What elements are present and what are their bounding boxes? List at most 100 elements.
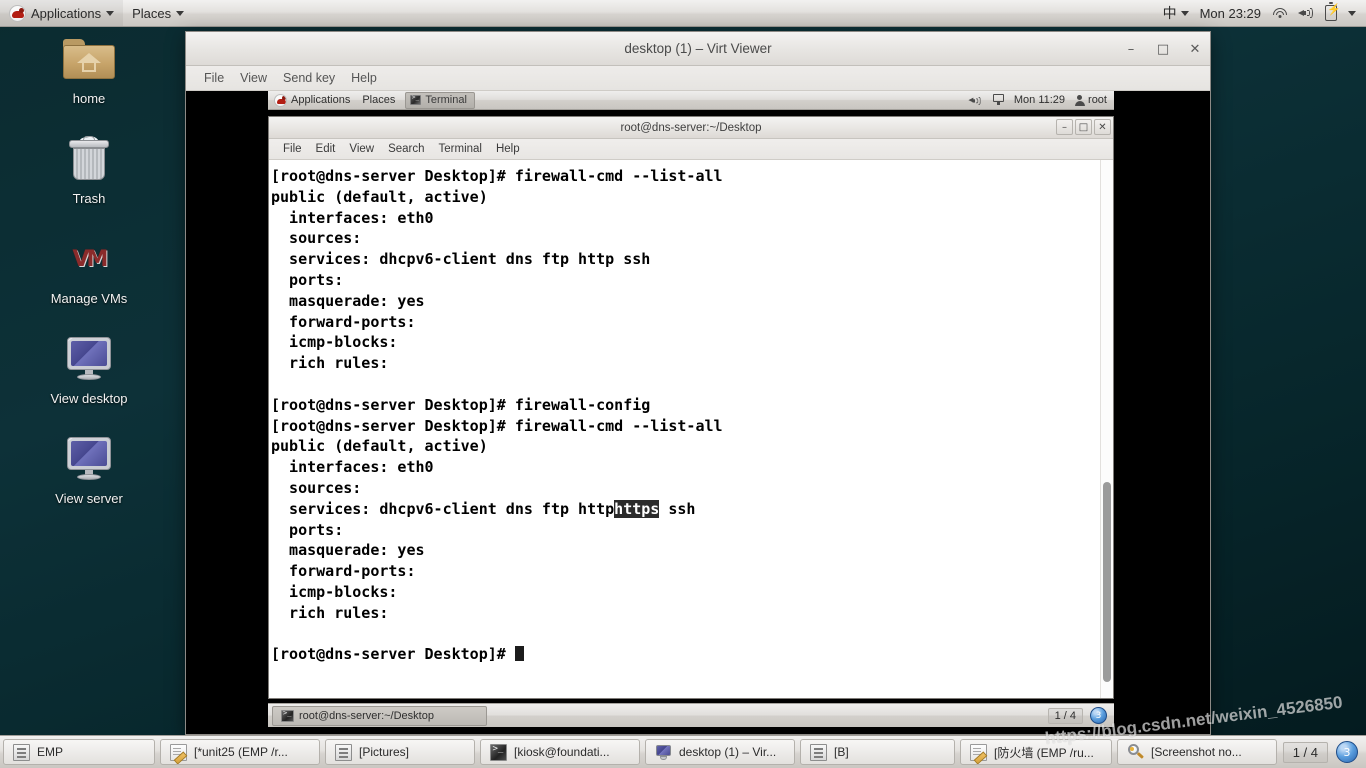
terminal-selected-text: https bbox=[614, 499, 660, 518]
guest-body: root@dns-server:~/Desktop – □ ✕ File Edi… bbox=[268, 110, 1114, 727]
terminal-line: forward-ports: bbox=[271, 561, 1100, 582]
terminal-line-text: ssh bbox=[659, 499, 696, 518]
virt-viewer-window-controls: – □ ✕ bbox=[1122, 32, 1204, 66]
places-menu[interactable]: Places bbox=[123, 0, 193, 26]
terminal-menu-help[interactable]: Help bbox=[489, 141, 527, 157]
terminal-menu-view[interactable]: View bbox=[342, 141, 381, 157]
terminal-content-area[interactable]: [root@dns-server Desktop]# firewall-cmd … bbox=[269, 160, 1113, 698]
chevron-down-icon bbox=[1348, 10, 1356, 16]
desktop-icon-label: Manage VMs bbox=[50, 291, 128, 306]
taskbar-button-label: [防火墙 (EMP /ru... bbox=[994, 745, 1094, 760]
terminal-line: [root@dns-server Desktop]# bbox=[271, 644, 1100, 665]
virt-viewer-window: desktop (1) – Virt Viewer – □ ✕ File Vie… bbox=[185, 31, 1211, 735]
terminal-line: masquerade: yes bbox=[271, 540, 1100, 561]
guest-clock-label: Mon 11:29 bbox=[1013, 94, 1066, 106]
terminal-line: services: dhcpv6-client dns ftp httphttp… bbox=[271, 499, 1100, 520]
note-icon bbox=[970, 743, 987, 761]
battery-icon bbox=[1325, 2, 1341, 21]
taskbar-button-unit25[interactable]: [*unit25 (EMP /r... bbox=[160, 739, 320, 765]
guest-network-indicator[interactable] bbox=[992, 94, 1005, 106]
terminal-line-text: sources: bbox=[271, 229, 362, 248]
menu-help[interactable]: Help bbox=[343, 68, 385, 88]
terminal-menubar: File Edit View Search Terminal Help bbox=[269, 139, 1113, 160]
terminal-line: sources: bbox=[271, 478, 1100, 499]
minimize-button[interactable]: – bbox=[1122, 40, 1140, 58]
terminal-menu-edit[interactable]: Edit bbox=[309, 141, 343, 157]
battery-indicator[interactable] bbox=[1325, 2, 1341, 21]
guest-applications-menu[interactable]: Applications bbox=[268, 91, 356, 109]
guest-bottom-right-tray: 1 / 4 3 bbox=[1047, 707, 1110, 724]
terminal-menu-terminal[interactable]: Terminal bbox=[432, 141, 489, 157]
terminal-scrollbar[interactable] bbox=[1100, 160, 1113, 698]
applications-menu[interactable]: Applications bbox=[0, 0, 124, 26]
terminal-scrollbar-thumb[interactable] bbox=[1103, 482, 1111, 682]
close-button[interactable]: ✕ bbox=[1186, 40, 1204, 58]
taskbar-button-label: [B] bbox=[834, 745, 849, 759]
input-method-indicator[interactable]: 中 bbox=[1163, 3, 1189, 23]
taskbar-button-label: EMP bbox=[37, 745, 64, 759]
taskbar-button-firewall-doc[interactable]: [防火墙 (EMP /ru... bbox=[960, 739, 1112, 765]
virt-viewer-guest-canvas[interactable]: Applications Places Terminal bbox=[186, 91, 1210, 734]
guest-user-menu[interactable]: root bbox=[1074, 94, 1107, 106]
terminal-menu-file[interactable]: File bbox=[276, 141, 309, 157]
clock[interactable]: Mon 23:29 bbox=[1200, 6, 1261, 21]
taskbar-button-label: [*unit25 (EMP /r... bbox=[194, 745, 288, 759]
desktop-icon-home[interactable]: home bbox=[0, 32, 178, 132]
vmm-icon: VM bbox=[59, 232, 119, 286]
menu-file[interactable]: File bbox=[196, 68, 232, 88]
desktop-icon-label: View server bbox=[55, 491, 123, 506]
desktop-icon-area: home Trash VM Manage VMs View desktop Vi… bbox=[0, 32, 178, 532]
system-menu[interactable] bbox=[1348, 10, 1356, 16]
taskbar-button-screenshot[interactable]: [Screenshot no... bbox=[1117, 739, 1277, 765]
archive-icon bbox=[13, 743, 30, 761]
taskbar-button-b[interactable]: [B] bbox=[800, 739, 955, 765]
taskbar-button-virt-viewer[interactable]: desktop (1) – Vir... bbox=[645, 739, 795, 765]
terminal-output[interactable]: [root@dns-server Desktop]# firewall-cmd … bbox=[269, 160, 1100, 698]
taskbar-button-label: [Screenshot no... bbox=[1151, 745, 1242, 759]
terminal-line-text: [root@dns-server Desktop]# firewall-cmd … bbox=[271, 416, 723, 435]
taskbar-button-kiosk-terminal[interactable]: [kiosk@foundati... bbox=[480, 739, 640, 765]
taskbar-button-label: [Pictures] bbox=[359, 745, 410, 759]
vmm-icon-glyph: VM bbox=[72, 246, 109, 272]
guest-window-list-terminal[interactable]: Terminal bbox=[405, 91, 475, 109]
terminal-icon bbox=[281, 709, 294, 722]
menu-send-key[interactable]: Send key bbox=[275, 68, 343, 88]
desktop-icon-view-desktop[interactable]: View desktop bbox=[0, 332, 178, 432]
terminal-title: root@dns-server:~/Desktop bbox=[620, 121, 762, 134]
guest-desktop: Applications Places Terminal bbox=[268, 91, 1114, 727]
desktop-icon-view-server[interactable]: View server bbox=[0, 432, 178, 532]
guest-workspace-indicator[interactable]: 1 / 4 bbox=[1047, 707, 1083, 724]
desktop-icon-manage-vms[interactable]: VM Manage VMs bbox=[0, 232, 178, 332]
guest-volume-indicator[interactable] bbox=[967, 94, 983, 107]
menu-view[interactable]: View bbox=[232, 68, 275, 88]
host-workspace-indicator[interactable]: 1 / 4 bbox=[1282, 741, 1328, 763]
places-menu-label: Places bbox=[132, 5, 172, 21]
taskbar-button-emp[interactable]: EMP bbox=[3, 739, 155, 765]
taskbar-button-pictures[interactable]: [Pictures] bbox=[325, 739, 475, 765]
home-folder-icon bbox=[63, 32, 115, 86]
wifi-indicator[interactable] bbox=[1272, 7, 1287, 20]
guest-taskbar-terminal-button[interactable]: root@dns-server:~/Desktop bbox=[272, 705, 487, 726]
terminal-maximize-button[interactable]: □ bbox=[1075, 119, 1092, 135]
guest-notification-orb[interactable]: 3 bbox=[1090, 707, 1107, 724]
chevron-down-icon bbox=[176, 10, 185, 16]
guest-clock[interactable]: Mon 11:29 bbox=[1014, 94, 1065, 106]
terminal-minimize-button[interactable]: – bbox=[1056, 119, 1073, 135]
desktop-icon-trash[interactable]: Trash bbox=[0, 132, 178, 232]
terminal-close-button[interactable]: ✕ bbox=[1094, 119, 1111, 135]
host-notification-orb[interactable]: 3 bbox=[1336, 741, 1358, 763]
guest-places-menu[interactable]: Places bbox=[356, 91, 401, 109]
maximize-button[interactable]: □ bbox=[1154, 40, 1172, 58]
desktop-icon-label: home bbox=[72, 91, 106, 106]
terminal-line: [root@dns-server Desktop]# firewall-cmd … bbox=[271, 416, 1100, 437]
clock-label: Mon 23:29 bbox=[1199, 5, 1261, 21]
terminal-line: sources: bbox=[271, 228, 1100, 249]
guest-places-label: Places bbox=[362, 94, 396, 106]
terminal-titlebar[interactable]: root@dns-server:~/Desktop – □ ✕ bbox=[269, 117, 1113, 139]
archive-icon bbox=[810, 743, 827, 761]
volume-indicator[interactable] bbox=[1298, 7, 1314, 20]
terminal-line: [root@dns-server Desktop]# firewall-conf… bbox=[271, 395, 1100, 416]
terminal-line-text: [root@dns-server Desktop]# firewall-cmd … bbox=[271, 167, 723, 185]
terminal-menu-search[interactable]: Search bbox=[381, 141, 431, 157]
virt-viewer-titlebar[interactable]: desktop (1) – Virt Viewer – □ ✕ bbox=[186, 32, 1210, 66]
